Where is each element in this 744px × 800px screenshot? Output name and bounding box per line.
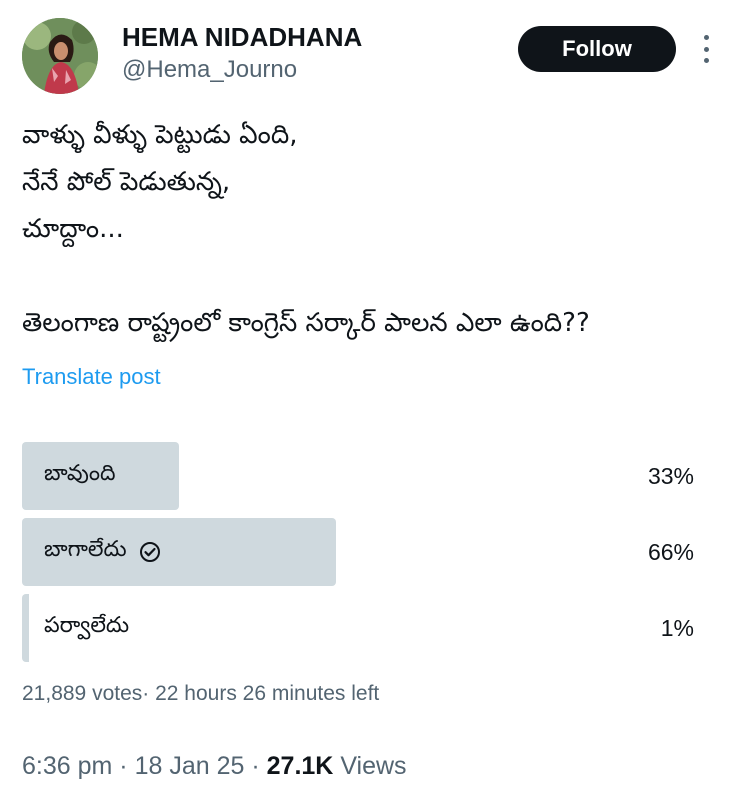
avatar-photo: [22, 18, 98, 94]
tweet-footer: 6:36 pm · 18 Jan 25 · 27.1K Views: [22, 750, 407, 782]
poll-option-label: బాగాలేదు: [44, 518, 161, 586]
poll-votes: 21,889 votes: [22, 682, 143, 705]
poll-option-percent: 33%: [647, 462, 694, 489]
user-handle[interactable]: @Hema_Journo: [122, 54, 362, 86]
poll: బావుంది 33% బాగాలేదు 66% పర్వాలేదు 1%: [22, 442, 702, 670]
more-options-icon[interactable]: [698, 32, 714, 66]
footer-separator: ·: [119, 752, 128, 780]
poll-option-label: బావుంది: [44, 442, 116, 510]
tweet-line: నేనే పోల్ పెడుతున్న,: [22, 167, 231, 197]
views-label: Views: [340, 752, 407, 780]
poll-option-text: పర్వాలేదు: [44, 613, 130, 638]
tweet-line: చూద్దాం...: [22, 214, 124, 244]
avatar[interactable]: [22, 18, 98, 94]
follow-button[interactable]: Follow: [518, 26, 676, 72]
more-dot: [703, 46, 709, 52]
tweet-date[interactable]: 18 Jan 25: [135, 752, 245, 780]
poll-option-text: బాగాలేదు: [44, 537, 127, 562]
poll-option[interactable]: బాగాలేదు 66%: [22, 518, 702, 586]
poll-option-text: బావుంది: [44, 461, 116, 486]
poll-meta-separator: ·: [142, 682, 150, 705]
tweet-line: వాళ్ళు వీళ్ళు పెట్టుడు ఏంది,: [22, 120, 298, 150]
poll-bar: [22, 594, 29, 662]
display-name[interactable]: HEMA NIDADHANA: [122, 20, 362, 54]
user-identity: HEMA NIDADHANA @Hema_Journo: [122, 20, 362, 86]
more-dot: [703, 35, 709, 40]
poll-option-percent: 1%: [660, 614, 694, 641]
poll-option-label: పర్వాలేదు: [44, 594, 129, 662]
views-count: 27.1K: [266, 752, 334, 780]
tweet-header: HEMA NIDADHANA @Hema_Journo Follow: [22, 18, 722, 98]
translate-post-link[interactable]: Translate post: [22, 362, 161, 392]
tweet-line: తెలంగాణ రాష్ట్రంలో కాంగ్రెస్ సర్కార్ పాల…: [22, 308, 590, 338]
poll-option[interactable]: బావుంది 33%: [22, 442, 702, 510]
poll-option-percent: 66%: [647, 538, 694, 565]
poll-option[interactable]: పర్వాలేదు 1%: [22, 594, 702, 662]
tweet-time[interactable]: 6:36 pm: [22, 752, 112, 780]
poll-time-left: 22 hours 26 minutes left: [155, 682, 380, 705]
more-dot: [703, 58, 709, 63]
poll-meta: 21,889 votes· 22 hours 26 minutes left: [22, 680, 379, 708]
tweet-text: వాళ్ళు వీళ్ళు పెట్టుడు ఏంది, నేనే పోల్ ప…: [22, 112, 722, 347]
footer-separator: ·: [251, 752, 260, 780]
check-circle-icon: [139, 542, 160, 562]
